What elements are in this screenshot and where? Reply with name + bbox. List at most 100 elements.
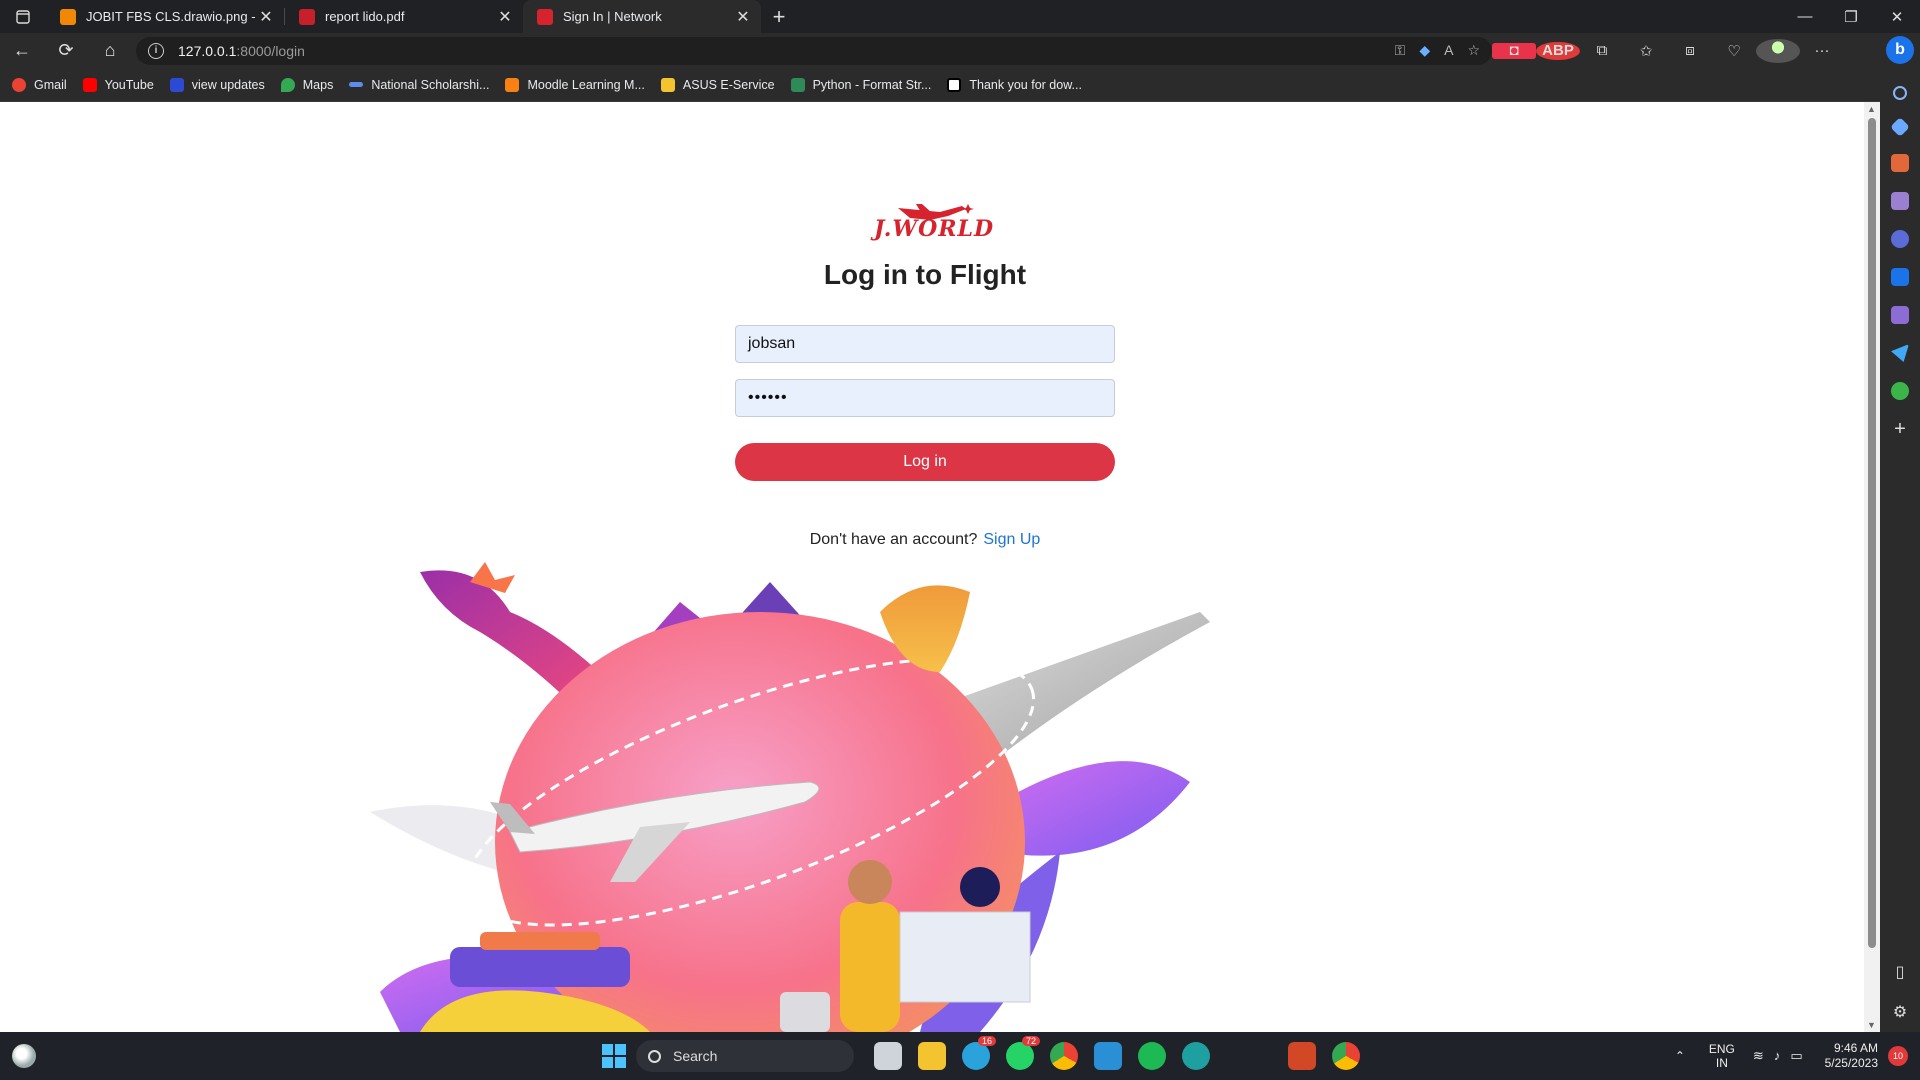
close-tab-icon[interactable]: ✕ xyxy=(258,7,274,27)
favorites-star-icon: ✩ xyxy=(1639,42,1653,60)
tools-briefcase-icon[interactable] xyxy=(1891,154,1909,172)
refresh-button[interactable]: ⟳ xyxy=(44,33,88,68)
key-icon[interactable]: ⚿ xyxy=(1395,42,1406,59)
scroll-down-icon[interactable]: ▼ xyxy=(1867,1020,1876,1030)
tab-actions-button[interactable] xyxy=(0,0,46,33)
bing-chat-icon[interactable]: b xyxy=(1886,36,1914,64)
battery-icon: ▭ xyxy=(1790,1048,1803,1063)
logo-wordmark: J.WORLD xyxy=(874,216,995,242)
telegram-send-icon[interactable] xyxy=(1891,344,1909,362)
login-button[interactable]: Log in xyxy=(735,443,1115,481)
bookmark-label: Python - Format Str... xyxy=(812,77,932,92)
start-button-icon[interactable] xyxy=(602,1044,626,1068)
scroll-up-icon[interactable]: ▲ xyxy=(1867,104,1876,114)
new-tab-button[interactable]: + xyxy=(761,0,797,33)
home-icon: ⌂ xyxy=(104,40,116,60)
search-label: Search xyxy=(673,1048,718,1064)
powerpoint-icon[interactable] xyxy=(1288,1042,1316,1070)
settings-menu-button[interactable]: ··· xyxy=(1800,42,1844,59)
search-icon[interactable] xyxy=(1893,86,1907,100)
collections-button[interactable]: ⧈ xyxy=(1668,42,1712,59)
close-tab-icon[interactable]: ✕ xyxy=(735,7,751,27)
world-map xyxy=(899,911,1031,1003)
profile-button[interactable] xyxy=(1756,38,1800,63)
pocket-extension[interactable]: ◘ xyxy=(1492,42,1536,59)
tab-report-pdf[interactable]: report lido.pdf ✕ xyxy=(285,0,523,33)
spotify-icon[interactable] xyxy=(1138,1042,1166,1070)
restore-icon[interactable]: ❐ xyxy=(1828,0,1874,33)
bookmark-national-scholarship[interactable]: National Scholarshi... xyxy=(349,78,489,92)
microsoft365-icon[interactable] xyxy=(1891,230,1909,248)
signup-prompt-text: Don't have an account? xyxy=(809,531,978,548)
pdf-favicon-icon xyxy=(299,8,315,25)
signup-link[interactable]: Sign Up xyxy=(983,531,1040,548)
tree-icon[interactable] xyxy=(1891,382,1909,400)
favorites-button[interactable]: ✩ xyxy=(1624,42,1668,60)
volume-icon: ♪ xyxy=(1773,1048,1781,1063)
username-field[interactable]: jobsan xyxy=(735,325,1115,363)
bookmark-moodle[interactable]: Moodle Learning M... xyxy=(505,77,645,92)
sidebar-settings-gear-icon[interactable]: ⚙ xyxy=(1893,1002,1907,1022)
show-hidden-icons-icon[interactable]: ⌃ xyxy=(1675,1049,1685,1063)
clock[interactable]: 9:46 AM 5/25/2023 xyxy=(1825,1041,1878,1071)
add-sidebar-app-icon[interactable]: + xyxy=(1894,418,1906,441)
telegram-icon[interactable]: 16 xyxy=(962,1036,996,1070)
search-icon xyxy=(648,1049,661,1063)
site-info-icon[interactable]: i xyxy=(148,42,164,59)
bookmark-label: Maps xyxy=(302,77,334,92)
windows-taskbar: Search 16 72 ⌃ ENG IN ≋ ♪ ▭ 9:46 AM 5/25… xyxy=(0,1032,1920,1080)
read-aloud-icon[interactable]: A xyxy=(1444,42,1453,59)
outlook-icon[interactable] xyxy=(1891,268,1909,286)
language-indicator[interactable]: ENG IN xyxy=(1709,1042,1735,1070)
wifi-icon: ≋ xyxy=(1752,1048,1764,1063)
bookmark-label: National Scholarshi... xyxy=(371,77,490,92)
tab-drawio[interactable]: JOBIT FBS CLS.drawio.png - draw ✕ xyxy=(46,0,284,33)
bookmark-python-format[interactable]: Python - Format Str... xyxy=(790,77,932,92)
scrollbar-thumb[interactable] xyxy=(1868,118,1876,948)
bookmark-thank-you[interactable]: Thank you for dow... xyxy=(947,77,1082,92)
page-scrollbar[interactable]: ▲ ▼ xyxy=(1864,102,1880,1032)
bookmark-label: Thank you for dow... xyxy=(969,77,1082,92)
rolling-luggage xyxy=(780,992,830,1032)
tag-icon[interactable]: ◆ xyxy=(1419,42,1430,59)
task-view-icon[interactable] xyxy=(874,1042,902,1070)
close-window-icon[interactable]: ✕ xyxy=(1874,0,1920,33)
close-tab-icon[interactable]: ✕ xyxy=(497,7,513,27)
quick-settings[interactable]: ≋ ♪ ▭ xyxy=(1753,1048,1803,1064)
browser-essentials-button[interactable]: ♡ xyxy=(1712,42,1756,60)
drop-icon[interactable] xyxy=(1891,306,1909,324)
refresh-icon: ⟳ xyxy=(58,40,74,60)
back-button[interactable]: ← xyxy=(0,33,44,68)
chrome-icon[interactable] xyxy=(1050,1042,1078,1070)
hide-sidebar-icon[interactable]: ▯ xyxy=(1896,962,1905,982)
minimize-icon[interactable]: — xyxy=(1782,0,1828,33)
bookmark-label: Moodle Learning M... xyxy=(527,77,645,92)
chrome-profile-icon[interactable] xyxy=(1332,1042,1360,1070)
bookmark-gmail[interactable]: Gmail xyxy=(12,77,67,92)
file-explorer-icon[interactable] xyxy=(918,1042,946,1070)
taskbar-apps: Search 16 72 xyxy=(592,1036,1368,1072)
bookmark-youtube[interactable]: YouTube xyxy=(82,77,154,92)
home-button[interactable]: ⌂ xyxy=(88,33,132,68)
system-tray: ⌃ ENG IN ≋ ♪ ▭ 9:46 AM 5/25/2023 10 xyxy=(1675,1032,1908,1080)
whatsapp-icon[interactable]: 72 xyxy=(1006,1036,1040,1070)
shopping-tag-icon[interactable] xyxy=(1890,117,1910,137)
bookmark-asus-eservice[interactable]: ASUS E-Service xyxy=(660,77,775,92)
add-favorite-icon[interactable]: ☆ xyxy=(1467,42,1480,59)
password-field[interactable]: •••••• xyxy=(735,379,1115,417)
bookmark-maps[interactable]: Maps xyxy=(280,77,334,92)
notification-count-badge[interactable]: 10 xyxy=(1888,1046,1908,1066)
address-bar[interactable]: i 127.0.0.1:8000/login ⚿ ◆ A ☆ xyxy=(136,36,1492,65)
extensions-button[interactable]: ⧉ xyxy=(1580,42,1624,59)
bookmark-view-updates[interactable]: view updates xyxy=(169,77,265,92)
tab-sign-in[interactable]: Sign In | Network ✕ xyxy=(523,0,761,33)
traveler-man xyxy=(840,902,900,1032)
taskbar-search[interactable]: Search xyxy=(636,1040,854,1072)
edge-icon[interactable] xyxy=(1182,1042,1210,1070)
adblock-plus-extension[interactable]: ABP xyxy=(1536,41,1580,60)
weather-widget-icon[interactable] xyxy=(12,1044,36,1068)
suitcase-top xyxy=(480,932,600,950)
whatsapp-badge: 72 xyxy=(1021,1036,1040,1046)
vscode-icon[interactable] xyxy=(1094,1042,1122,1070)
games-icon[interactable] xyxy=(1891,192,1909,210)
